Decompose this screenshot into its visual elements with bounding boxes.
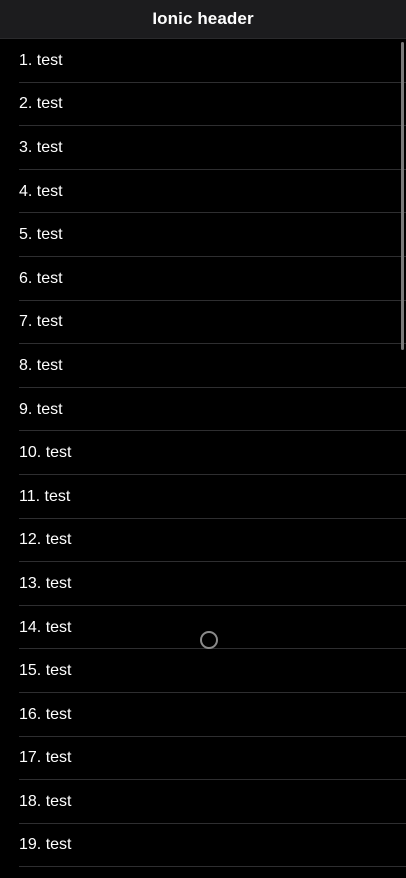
list-item-label: 15. test: [19, 662, 72, 680]
list-item-label: 16. test: [19, 705, 72, 723]
list-item[interactable]: 8. test: [19, 344, 406, 388]
list-item[interactable]: 7. test: [19, 301, 406, 345]
list-item-label: 1. test: [19, 51, 63, 69]
list-item-label: 12. test: [19, 531, 72, 549]
list-item-label: 11. test: [19, 487, 71, 505]
items-list: 1. test 2. test 3. test 4. test 5. test 6. te…: [0, 39, 406, 868]
list-item[interactable]: 17. test: [19, 737, 406, 781]
page-title: Ionic header: [152, 9, 254, 28]
scrollbar[interactable]: [401, 42, 404, 350]
list-item-label: 18. test: [19, 792, 72, 810]
list-item[interactable]: 6. test: [19, 257, 406, 301]
list-item[interactable]: 2. test: [19, 83, 406, 127]
list-item[interactable]: 18. test: [19, 780, 406, 824]
list-item[interactable]: 1. test: [19, 39, 406, 83]
list-item[interactable]: 13. test: [19, 562, 406, 606]
list-item-label: 19. test: [19, 836, 72, 854]
toolbar-header: Ionic header: [0, 0, 406, 39]
list-item-label: 7. test: [19, 313, 63, 331]
list-item-label: 3. test: [19, 138, 63, 156]
list-item[interactable]: 9. test: [19, 388, 406, 432]
list-item[interactable]: 12. test: [19, 519, 406, 563]
list-item-label: 2. test: [19, 95, 63, 113]
list-item-label: 4. test: [19, 182, 63, 200]
list-item[interactable]: 11. test: [19, 475, 406, 519]
list-item-label: 10. test: [19, 444, 72, 462]
app-screen: Ionic header 1. test 2. test 3. test 4. tes…: [0, 0, 406, 878]
list-item-label: 14. test: [19, 618, 72, 636]
touch-pointer-icon: [200, 631, 218, 649]
list-item[interactable]: 10. test: [19, 431, 406, 475]
list-item[interactable]: 4. test: [19, 170, 406, 214]
list-item[interactable]: 16. test: [19, 693, 406, 737]
scroll-content[interactable]: 1. test 2. test 3. test 4. test 5. test 6. te…: [0, 39, 406, 878]
list-item-label: 17. test: [19, 749, 72, 767]
list-item-label: 5. test: [19, 226, 63, 244]
list-item[interactable]: 3. test: [19, 126, 406, 170]
list-item-label: 9. test: [19, 400, 63, 418]
list-item-label: 8. test: [19, 356, 63, 374]
list-item[interactable]: 15. test: [19, 649, 406, 693]
list-item[interactable]: 5. test: [19, 213, 406, 257]
list-item-label: 13. test: [19, 574, 72, 592]
list-item-label: 6. test: [19, 269, 63, 287]
list-item[interactable]: 19. test: [19, 824, 406, 868]
